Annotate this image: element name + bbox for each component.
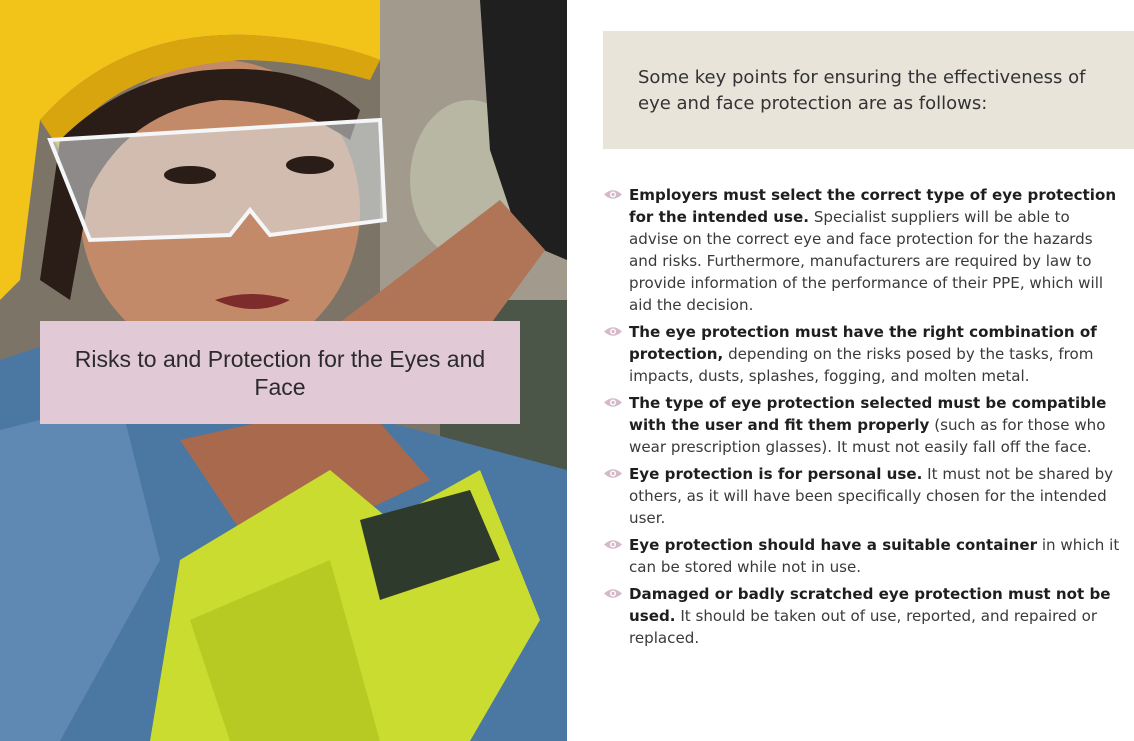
intro-text: Some key points for ensuring the effecti… bbox=[638, 67, 1086, 114]
slide-title: Risks to and Protection for the Eyes and… bbox=[74, 345, 486, 400]
eye-icon bbox=[604, 540, 622, 549]
eye-icon bbox=[604, 469, 622, 478]
intro-box: Some key points for ensuring the effecti… bbox=[603, 31, 1134, 149]
list-item: Eye protection should have a suitable co… bbox=[603, 534, 1123, 578]
list-item: Employers must select the correct type o… bbox=[603, 184, 1123, 316]
point-bold: Eye protection should have a suitable co… bbox=[629, 536, 1038, 554]
eye-icon bbox=[604, 398, 622, 407]
point-bold: Eye protection is for personal use. bbox=[629, 465, 923, 483]
hero-photo: Risks to and Protection for the Eyes and… bbox=[0, 0, 567, 741]
key-points-list: Employers must select the correct type o… bbox=[603, 184, 1123, 654]
eye-icon bbox=[604, 589, 622, 598]
list-item: The type of eye protection selected must… bbox=[603, 392, 1123, 458]
point-text: It should be taken out of use, reported,… bbox=[629, 607, 1098, 647]
eye-icon bbox=[604, 327, 622, 336]
eye-icon bbox=[604, 190, 622, 199]
list-item: Eye protection is for personal use. It m… bbox=[603, 463, 1123, 529]
list-item: Damaged or badly scratched eye protectio… bbox=[603, 583, 1123, 649]
list-item: The eye protection must have the right c… bbox=[603, 321, 1123, 387]
title-box: Risks to and Protection for the Eyes and… bbox=[40, 321, 520, 424]
